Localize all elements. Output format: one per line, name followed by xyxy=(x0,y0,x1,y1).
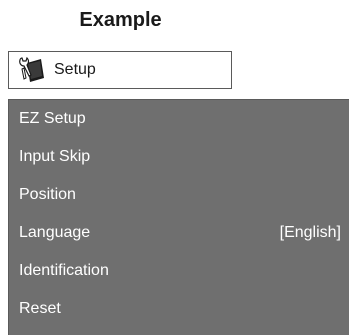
menu-item-label: Position xyxy=(19,186,76,203)
menu-item-label: Identification xyxy=(19,262,109,279)
menu-item-label: Input Skip xyxy=(19,148,91,165)
menu-item-label: Reset xyxy=(19,300,61,317)
menu-item-label: EZ Setup xyxy=(19,110,86,127)
menu-item-input-skip[interactable]: Input Skip xyxy=(9,143,349,171)
menu-item-ez-setup[interactable]: EZ Setup xyxy=(9,105,349,133)
tab-label: Setup xyxy=(54,61,96,78)
language-value: [English] xyxy=(279,224,341,241)
menu-item-position[interactable]: Position xyxy=(9,181,349,209)
menu-item-language[interactable]: Language [English] xyxy=(9,219,349,247)
menu-item-identification[interactable]: Identification xyxy=(9,257,349,285)
setup-menu-panel: EZ Setup Input Skip Position Language [E… xyxy=(8,99,349,335)
example-heading: Example xyxy=(79,9,162,31)
menu-item-label: Language xyxy=(19,224,91,241)
menu-item-reset[interactable]: Reset xyxy=(9,295,349,323)
wrench-screwdriver-icon xyxy=(16,55,48,85)
tab-setup[interactable]: Setup xyxy=(8,51,232,89)
